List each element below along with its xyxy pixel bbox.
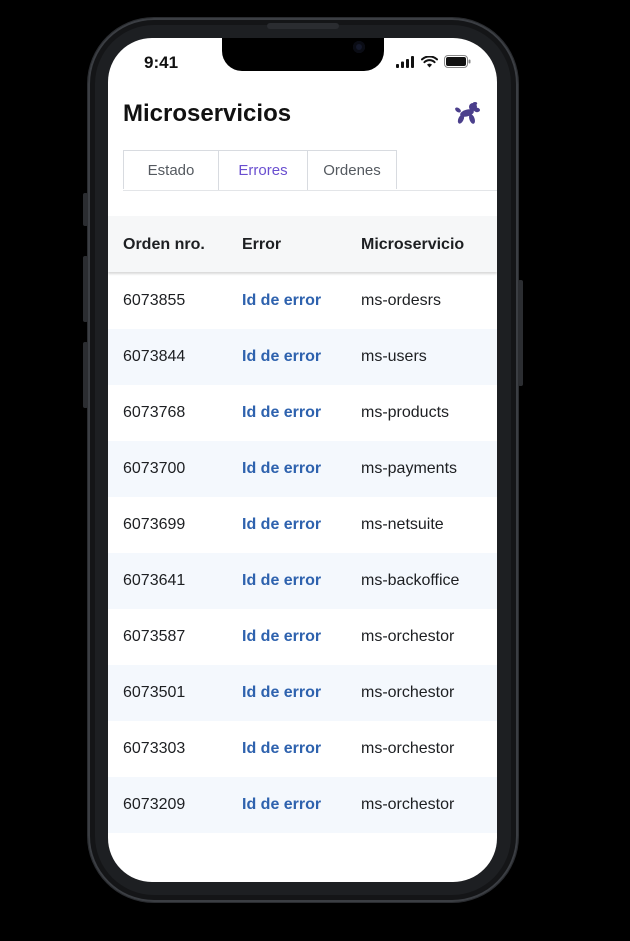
order-number: 6073303 [123,740,186,757]
order-number: 6073587 [123,628,186,645]
error-link[interactable]: Id de error [242,404,321,422]
order-number: 6073700 [123,460,186,477]
service-name: ms-orchestor [361,740,455,757]
screen: 9:41 Microservicios Estado Errores Orden… [108,38,497,882]
signal-icon [396,55,414,68]
status-icons [396,55,471,68]
error-link[interactable]: Id de error [242,292,321,310]
service-name: ms-products [361,404,450,421]
tab-ordenes[interactable]: Ordenes [307,150,397,189]
service-name: ms-netsuite [361,516,444,533]
status-time: 9:41 [144,53,179,72]
order-number: 6073844 [123,348,186,365]
tab-errores[interactable]: Errores [218,150,308,190]
column-header-service[interactable]: Microservicio [361,236,464,254]
error-link[interactable]: Id de error [242,572,321,590]
service-name: ms-orchestor [361,628,455,645]
order-number: 6073855 [123,292,186,309]
table-row: 6073844 Id de error ms-users [108,329,497,385]
tab-estado[interactable]: Estado [123,150,219,189]
error-link[interactable]: Id de error [242,460,321,478]
order-number: 6073641 [123,572,186,589]
page-title: Microservicios [123,100,292,127]
action-button [83,193,88,226]
tab-bar: Estado Errores Ordenes [123,150,497,191]
error-link[interactable]: Id de error [242,516,321,534]
volume-up-button [83,256,88,322]
speaker-grille [267,23,339,29]
notch [222,38,384,71]
order-number: 6073768 [123,404,186,421]
error-link[interactable]: Id de error [242,684,321,702]
service-name: ms-ordesrs [361,292,442,309]
table-row: 6073209 Id de error ms-orchestor [108,777,497,833]
table-row: 6073768 Id de error ms-products [108,385,497,441]
service-name: ms-backoffice [361,572,460,589]
service-name: ms-users [361,348,427,365]
camera-icon [353,41,365,53]
table-body: 6073855 Id de error ms-ordesrs 6073844 I… [108,273,497,833]
table-header: Orden nro. Error Microservicio [108,216,497,272]
table-row: 6073641 Id de error ms-backoffice [108,553,497,609]
table-row: 6073700 Id de error ms-payments [108,441,497,497]
error-link[interactable]: Id de error [242,348,321,366]
table-row: 6073587 Id de error ms-orchestor [108,609,497,665]
power-button [518,280,523,386]
volume-down-button [83,342,88,408]
order-number: 6073501 [123,684,186,701]
table-row: 6073501 Id de error ms-orchestor [108,665,497,721]
service-name: ms-orchestor [361,796,455,813]
table-row: 6073303 Id de error ms-orchestor [108,721,497,777]
column-header-error[interactable]: Error [242,236,281,254]
wifi-icon [421,55,438,67]
service-name: ms-orchestor [361,684,455,701]
table-row: 6073699 Id de error ms-netsuite [108,497,497,553]
balloon-dog-icon [455,102,480,124]
error-link[interactable]: Id de error [242,628,321,646]
error-link[interactable]: Id de error [242,740,321,758]
order-number: 6073699 [123,516,186,533]
service-name: ms-payments [361,460,458,477]
table-row: 6073855 Id de error ms-ordesrs [108,273,497,329]
battery-icon [444,55,471,68]
column-header-order[interactable]: Orden nro. [123,236,205,254]
order-number: 6073209 [123,796,186,813]
error-link[interactable]: Id de error [242,796,321,814]
